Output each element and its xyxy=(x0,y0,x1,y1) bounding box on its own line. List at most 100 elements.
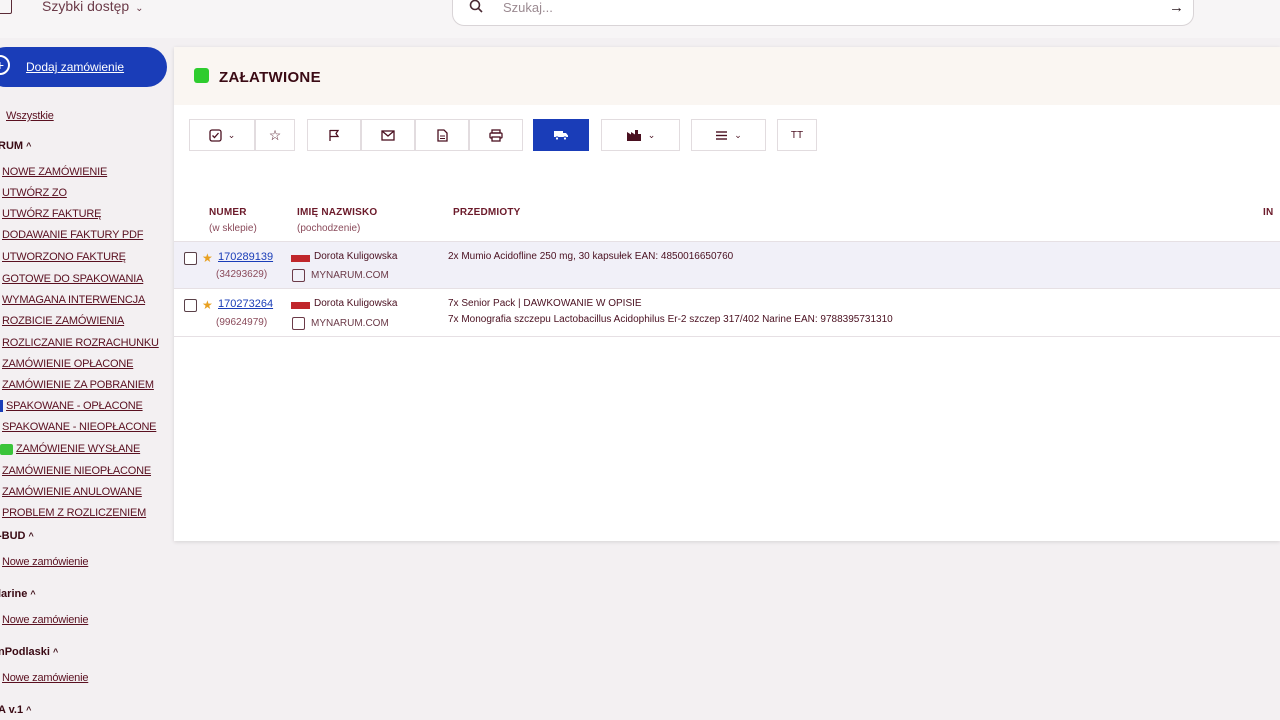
sidebar-group-rum[interactable]: RUM ^ xyxy=(0,140,31,152)
sidebar-item-new-order[interactable]: Nowe zamówienie xyxy=(2,556,88,568)
sidebar-group-label: RUM xyxy=(0,140,24,152)
customer-name: Dorota Kuligowska xyxy=(314,251,398,262)
column-header-name[interactable]: IMIĘ NAZWISKO xyxy=(297,207,377,218)
sidebar-group-label: nPodlaski xyxy=(0,646,50,658)
star-icon: ☆ xyxy=(268,126,282,143)
panel-header: ZAŁATWIONE xyxy=(174,47,1280,105)
sidebar-item-status[interactable]: WYMAGANA INTERWENCJA xyxy=(2,294,145,306)
shipping-button[interactable] xyxy=(533,119,589,151)
warehouse-dropdown-button[interactable]: ⌄ xyxy=(601,119,680,151)
add-order-button[interactable]: + Dodaj zamówienie xyxy=(0,47,167,87)
text-size-icon: TT xyxy=(790,129,804,141)
status-marker xyxy=(0,400,3,413)
sidebar-item-status[interactable]: PROBLEM Z ROZLICZENIEM xyxy=(2,507,146,519)
arrow-right-icon[interactable]: → xyxy=(1169,0,1184,16)
chevron-up-icon: ^ xyxy=(26,141,32,151)
sidebar-item-status[interactable]: ZAMÓWIENIE OPŁACONE xyxy=(2,358,133,370)
sidebar-group-podlaski[interactable]: nPodlaski ^ xyxy=(0,646,58,658)
shop-number: (99624979) xyxy=(216,317,268,328)
sidebar-group-bud[interactable]: -BUD ^ xyxy=(0,530,34,542)
row-checkbox[interactable] xyxy=(184,299,197,312)
sidebar-item-status[interactable]: UTWÓRZ FAKTURĘ xyxy=(2,208,101,220)
order-number-link[interactable]: 170273264 xyxy=(218,298,273,310)
store-icon xyxy=(292,269,305,282)
chevron-up-icon: ^ xyxy=(52,647,59,657)
list-options-dropdown-button[interactable]: ⌄ xyxy=(691,119,766,151)
column-header-extra[interactable]: IN xyxy=(1263,207,1273,218)
order-item: 2x Mumio Acidofline 250 mg, 30 kapsułek … xyxy=(448,251,734,262)
sidebar-item-status[interactable]: ZAMÓWIENIE ZA POBRANIEM xyxy=(2,379,154,391)
sidebar-item-status[interactable]: GOTOWE DO SPAKOWANIA xyxy=(2,273,143,285)
sidebar-item-status[interactable]: ZAMÓWIENIE ANULOWANE xyxy=(2,486,142,498)
search-input[interactable]: Szukaj... xyxy=(503,0,553,15)
chevron-down-icon: ⌄ xyxy=(135,3,144,14)
sidebar-item-label: ZAMÓWIENIE WYSŁANE xyxy=(16,443,141,455)
table-row[interactable]: ★ 170273264 (99624979) Dorota Kuligowska… xyxy=(174,288,1280,337)
orders-panel: ZAŁATWIONE ⌄ ☆ ⌄ ⌄ TT NUMER (w sklepie) … xyxy=(174,47,1280,541)
checkbox-select-icon xyxy=(209,128,222,142)
quick-access-label: Szybki dostęp xyxy=(42,0,130,14)
mail-icon xyxy=(381,129,395,141)
column-subheader-name: (pochodzenie) xyxy=(297,223,361,234)
table-row[interactable]: ★ 170289139 (34293629) Dorota Kuligowska… xyxy=(174,241,1280,288)
sidebar-item-status[interactable]: SPAKOWANE - NIEOPŁACONE xyxy=(2,421,157,433)
chevron-down-icon: ⌄ xyxy=(227,129,236,140)
order-source: MYNARUM.COM xyxy=(311,270,389,281)
column-subheader-number: (w sklepie) xyxy=(209,223,257,234)
customer-name: Dorota Kuligowska xyxy=(314,298,398,309)
chevron-up-icon: ^ xyxy=(30,589,36,599)
sidebar-item-status[interactable]: ROZLICZANIE ROZRACHUNKU xyxy=(2,337,159,349)
search-icon xyxy=(469,0,483,13)
sidebar-item-status[interactable]: ZAMÓWIENIE NIEOPŁACONE xyxy=(2,465,151,477)
column-header-items[interactable]: PRZEDMIOTY xyxy=(453,207,521,218)
print-button[interactable] xyxy=(469,119,523,151)
column-header-number[interactable]: NUMER xyxy=(209,207,247,218)
row-checkbox[interactable] xyxy=(184,252,197,265)
star-icon[interactable]: ★ xyxy=(202,298,213,312)
sidebar-item-new-order[interactable]: Nowe zamówienie xyxy=(2,614,88,626)
sidebar-item-status[interactable]: SPAKOWANE - OPŁACONE xyxy=(0,400,143,413)
order-item: 7x Monografia szczepu Lactobacillus Acid… xyxy=(448,314,893,325)
sidebar-item-new-order[interactable]: Nowe zamówienie xyxy=(2,672,88,684)
sidebar-item-status[interactable]: ZAMÓWIENIE WYSŁANE xyxy=(0,443,140,455)
sidebar-item-status[interactable]: UTWÓRZ ZO xyxy=(2,187,67,199)
select-dropdown-button[interactable]: ⌄ xyxy=(189,119,255,151)
document-icon xyxy=(436,128,448,142)
store-icon xyxy=(292,317,305,330)
sidebar-item-status[interactable]: ROZBICIE ZAMÓWIENIA xyxy=(2,315,124,327)
sidebar-item-status[interactable]: NOWE ZAMÓWIENIE xyxy=(2,166,107,178)
favorite-button[interactable]: ☆ xyxy=(255,119,295,151)
flag-pl-icon xyxy=(291,255,310,262)
document-button[interactable] xyxy=(415,119,469,151)
document-icon[interactable] xyxy=(0,0,12,14)
sidebar-item-status[interactable]: UTWORZONO FAKTURĘ xyxy=(2,251,126,263)
search-bar[interactable]: Szukaj... → xyxy=(452,0,1194,26)
sidebar-group-av1[interactable]: A v.1 ^ xyxy=(0,704,31,716)
order-source: MYNARUM.COM xyxy=(311,318,389,329)
sidebar-group-narine[interactable]: larine ^ xyxy=(0,588,36,600)
list-icon xyxy=(716,130,728,140)
chevron-up-icon: ^ xyxy=(26,705,32,715)
star-icon[interactable]: ★ xyxy=(202,251,213,265)
sidebar-item-label: SPAKOWANE - OPŁACONE xyxy=(6,400,143,412)
top-bar: Szybki dostęp ⌄ Szukaj... → xyxy=(0,0,1280,38)
quick-access-dropdown[interactable]: Szybki dostęp ⌄ xyxy=(42,0,144,14)
order-number-link[interactable]: 170289139 xyxy=(218,251,273,263)
status-color-indicator xyxy=(194,68,209,83)
flag-icon xyxy=(329,129,340,141)
shop-number: (34293629) xyxy=(216,269,268,280)
sidebar-group-label: -BUD xyxy=(0,530,26,542)
page-title: ZAŁATWIONE xyxy=(219,69,321,86)
plus-icon: + xyxy=(0,55,10,75)
sidebar-item-all[interactable]: Wszystkie xyxy=(6,110,54,122)
status-marker xyxy=(0,443,13,455)
sidebar-item-status[interactable]: DODAWANIE FAKTURY PDF xyxy=(2,229,143,241)
order-item: 7x Senior Pack | DAWKOWANIE W OPISIE xyxy=(448,298,642,309)
add-order-label: Dodaj zamówienie xyxy=(26,60,125,74)
flag-button[interactable] xyxy=(307,119,361,151)
text-size-button[interactable]: TT xyxy=(777,119,817,151)
factory-icon xyxy=(626,129,641,141)
chevron-down-icon: ⌄ xyxy=(734,129,742,140)
email-button[interactable] xyxy=(361,119,415,151)
sidebar-group-label: larine xyxy=(0,588,28,600)
